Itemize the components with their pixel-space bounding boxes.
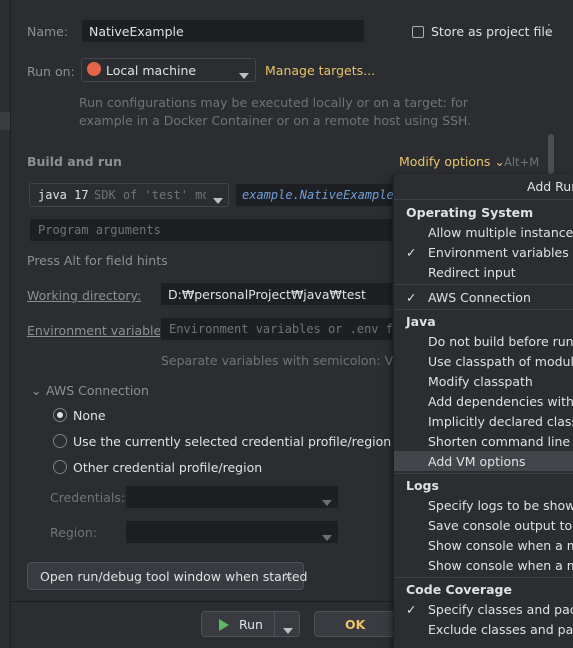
ok-label: OK	[345, 617, 366, 632]
home-icon	[87, 62, 101, 76]
tag-label: Open run/debug tool window when started	[40, 569, 308, 584]
working-dir-label: Working directory:	[27, 288, 142, 303]
os-header: Operating System	[406, 205, 534, 220]
no-build-option[interactable]: Do not build before run	[428, 334, 573, 349]
logs-header: Logs	[406, 478, 439, 493]
run-on-help-2: example in a Docker Container or on a re…	[79, 113, 472, 128]
name-input[interactable]: NativeExample	[81, 19, 365, 43]
sdk-desc: SDK of 'test' mo	[94, 188, 206, 202]
check-icon: ✓	[406, 602, 417, 617]
check-icon: ✓	[406, 290, 417, 305]
working-dir-field[interactable]: D:₩personalProject₩java₩test	[160, 282, 393, 306]
radio-current-profile[interactable]	[53, 434, 67, 448]
radio-none[interactable]	[53, 408, 67, 422]
show-console-stderr-option[interactable]: Show console when a mess	[428, 558, 573, 573]
add-run-option[interactable]: Add Run	[527, 179, 573, 194]
shorten-command-line-option[interactable]: Shorten command line	[428, 434, 570, 449]
add-dependencies-option[interactable]: Add dependencies with "pr	[428, 394, 573, 409]
exclude-classes-option[interactable]: Exclude classes and packag	[428, 622, 573, 637]
env-placeholder: Environment variables or .env fi	[169, 322, 401, 336]
modify-options-link[interactable]: Modify options ⌄	[399, 154, 505, 169]
implicit-class-option[interactable]: Implicitly declared class run	[428, 414, 573, 429]
sdk-dropdown[interactable]: java 17 SDK of 'test' mo	[29, 183, 229, 207]
store-as-project-checkbox[interactable]	[412, 26, 424, 38]
run-icon	[219, 619, 229, 631]
store-label: Store as project file	[431, 24, 553, 39]
modify-options-label: Modify options	[399, 154, 491, 169]
environment-variables-option[interactable]: Environment variables	[428, 245, 569, 260]
allow-multiple-instances[interactable]: Allow multiple instances	[428, 225, 573, 240]
use-classpath-option[interactable]: Use classpath of module	[428, 354, 573, 369]
sdk-name: java 17	[38, 188, 89, 202]
redirect-input-option[interactable]: Redirect input	[428, 265, 516, 280]
radio-other-label: Other credential profile/region	[73, 460, 263, 475]
env-vars-field[interactable]: Environment variables or .env fi	[160, 317, 400, 341]
show-console-stdout-option[interactable]: Show console when a mess	[428, 538, 573, 553]
env-label: Environment variables:	[27, 323, 172, 338]
run-label: Run	[239, 617, 263, 632]
java-header: Java	[406, 314, 436, 329]
ok-button[interactable]: OK	[314, 611, 394, 637]
more-options-icon[interactable]: ⋮	[542, 22, 556, 38]
field-hints: Press Alt for field hints	[27, 253, 168, 268]
modify-classpath-option[interactable]: Modify classpath	[428, 374, 533, 389]
run-on-dropdown[interactable]: Local machine	[81, 58, 256, 82]
logs-shown-option[interactable]: Specify logs to be shown in	[428, 498, 573, 513]
chevron-down-icon	[322, 529, 332, 544]
chevron-down-icon	[239, 67, 249, 82]
name-label: Name:	[27, 24, 69, 39]
region-label: Region:	[50, 525, 98, 540]
radio-other-profile[interactable]	[53, 460, 67, 474]
modify-options-popup: Add Run Operating System Allow multiple …	[393, 174, 573, 648]
left-gutter	[0, 0, 11, 648]
run-on-label: Run on:	[27, 64, 75, 79]
chevron-down-icon	[213, 192, 223, 207]
region-dropdown[interactable]	[125, 520, 339, 544]
program-args-placeholder: Program arguments	[38, 223, 161, 237]
modify-shortcut: Alt+M	[504, 155, 540, 169]
split-divider	[274, 612, 275, 636]
program-arguments-field[interactable]: Program arguments	[29, 218, 393, 242]
chevron-down-icon[interactable]	[283, 622, 293, 637]
run-button[interactable]: Run	[201, 611, 300, 637]
specify-classes-option[interactable]: Specify classes and packag	[428, 602, 573, 617]
save-console-option[interactable]: Save console output to file	[428, 518, 573, 533]
main-class-value: example.NativeExample	[242, 188, 394, 202]
radio-none-label: None	[73, 408, 106, 423]
chevron-down-icon[interactable]: ⌄	[31, 383, 41, 398]
chevron-down-icon	[322, 494, 332, 509]
add-vm-options-option[interactable]: Add VM options	[428, 454, 526, 469]
working-dir-value: D:₩personalProject₩java₩test	[168, 287, 366, 302]
credentials-label: Credentials:	[50, 490, 126, 505]
manage-targets-link[interactable]: Manage targets...	[265, 63, 375, 78]
run-on-help-1: Run configurations may be executed local…	[79, 95, 468, 110]
main-class-field[interactable]: example.NativeExample	[235, 183, 394, 207]
open-tool-window-tag[interactable]: Open run/debug tool window when started …	[27, 562, 308, 590]
credentials-dropdown[interactable]	[125, 485, 339, 509]
run-on-value: Local machine	[106, 63, 197, 78]
coverage-header: Code Coverage	[406, 582, 512, 597]
aws-connection-option[interactable]: AWS Connection	[428, 290, 531, 305]
build-run-title: Build and run	[27, 154, 122, 169]
name-value: NativeExample	[89, 24, 184, 39]
aws-section-title: AWS Connection	[46, 383, 149, 398]
radio-current-label: Use the currently selected credential pr…	[73, 434, 392, 449]
scrollbar[interactable]	[548, 134, 554, 174]
check-icon: ✓	[406, 245, 417, 260]
close-icon[interactable]: ×	[283, 568, 293, 583]
